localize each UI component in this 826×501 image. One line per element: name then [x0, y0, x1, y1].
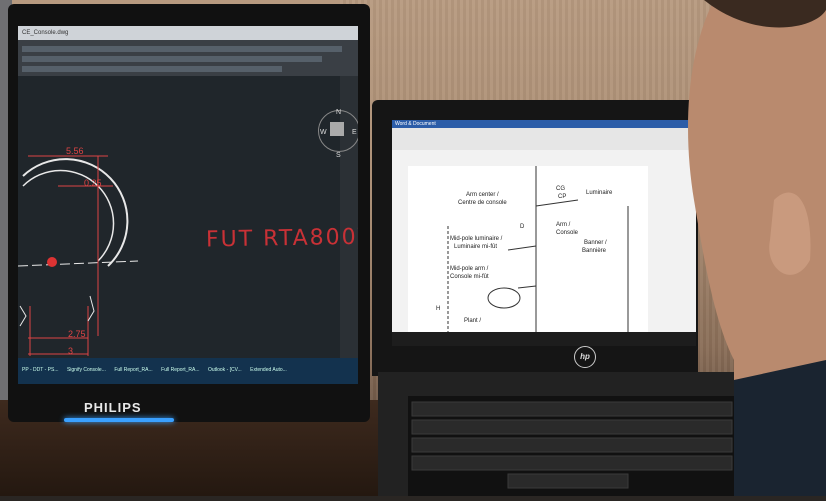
cad-ribbon[interactable] — [18, 40, 358, 76]
ribbon-row — [22, 56, 322, 62]
person-head — [688, 0, 826, 496]
doc-label: Centre de console — [458, 200, 507, 206]
document-page: Arm center / Centre de console Luminaire… — [408, 166, 648, 338]
doc-label: Mid-pole luminaire / — [450, 236, 503, 242]
taskbar-item[interactable]: Signify Console... — [67, 367, 106, 373]
word-title-bar: Word & Document — [392, 120, 696, 128]
word-ribbon[interactable] — [392, 128, 696, 150]
doc-label: Bannière — [582, 248, 607, 254]
taskbar-item[interactable]: PP - DDT - PS... — [22, 367, 59, 373]
doc-label: Console — [556, 230, 579, 236]
doc-label: Arm center / — [466, 192, 499, 198]
monitor-brand-logo: PHILIPS — [84, 400, 142, 415]
doc-label: Console mi-fût — [450, 274, 489, 280]
dimension-label: 5.56 — [66, 146, 84, 156]
compass-south: S — [336, 152, 341, 159]
compass-north: N — [336, 109, 342, 116]
taskbar-item[interactable]: Outlook - [CV... — [208, 367, 242, 373]
doc-label: Mid-pole arm / — [450, 266, 489, 272]
cad-drawing — [18, 155, 139, 356]
compass-west: W — [320, 129, 327, 136]
taskbar-item[interactable]: Full Report_RA... — [161, 367, 199, 373]
doc-label: Luminaire — [586, 190, 613, 196]
doc-label: D — [520, 224, 525, 230]
doc-label: H — [436, 306, 441, 312]
doc-label: Banner / — [584, 240, 607, 246]
windows-taskbar[interactable] — [392, 332, 696, 346]
doc-label: Plant / — [464, 318, 482, 324]
laptop-screen: Word & Document Arm center / Centre de c… — [392, 120, 696, 346]
dimension-label: 3 — [68, 346, 74, 356]
drawing-title-label: FUT RTA800V — [205, 224, 358, 253]
center-marker — [47, 257, 57, 267]
person-silhouette — [674, 0, 826, 496]
hp-logo: hp — [574, 346, 596, 368]
doc-label: Arm / — [556, 222, 571, 228]
windows-taskbar[interactable]: PP - DDT - PS... Signify Console... Full… — [18, 358, 358, 384]
cad-window-title: CE_Console.dwg — [18, 26, 358, 40]
taskbar-item[interactable]: Full Report_RA... — [114, 367, 152, 373]
philips-monitor: CE_Console.dwg 5.56 0.25 2.75 3 FUT RTA8… — [8, 4, 370, 422]
cad-canvas[interactable] — [18, 76, 340, 358]
doc-label: CG — [556, 186, 565, 192]
viewcube[interactable] — [330, 122, 344, 136]
compass-east: E — [352, 129, 357, 136]
doc-label: CP — [558, 194, 567, 200]
taskbar-item[interactable]: Extended Auto... — [250, 367, 287, 373]
doc-label: Luminaire mi-fût — [454, 244, 498, 250]
dimension-label: 0.25 — [84, 178, 102, 188]
power-led — [64, 418, 174, 422]
ribbon-row — [22, 46, 342, 52]
ribbon-row — [22, 66, 282, 72]
dimension-label: 2.75 — [68, 329, 86, 339]
monitor-screen: CE_Console.dwg 5.56 0.25 2.75 3 FUT RTA8… — [18, 26, 358, 384]
